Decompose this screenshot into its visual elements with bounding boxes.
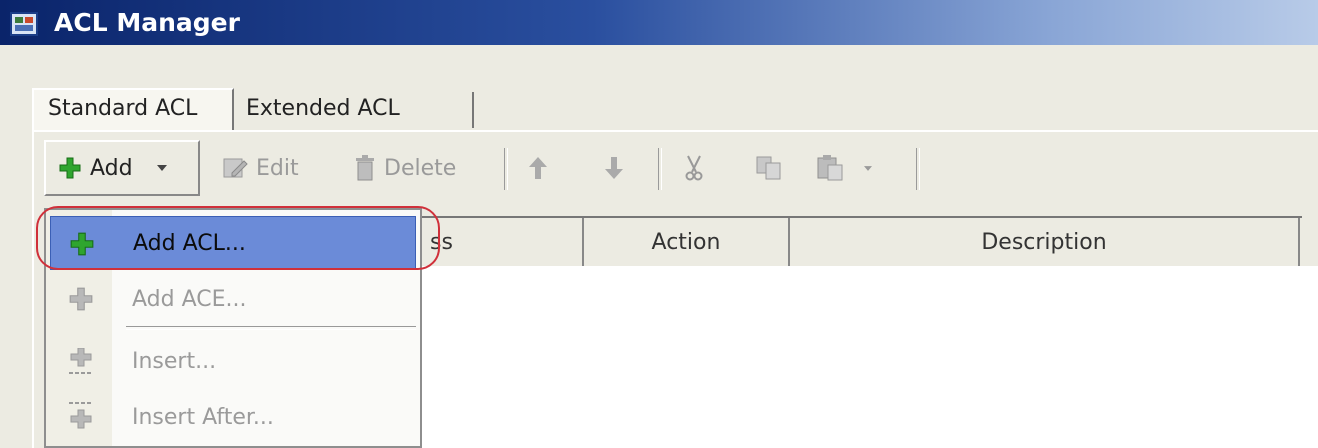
move-up-button[interactable] [528, 140, 548, 196]
arrow-down-icon [605, 157, 623, 179]
insert-after-icon [69, 402, 93, 429]
add-button-label: Add [90, 155, 133, 181]
copy-icon [756, 156, 781, 180]
acl-table-header: ss Action Description [414, 216, 1302, 266]
menu-item-label: Add ACE... [132, 286, 247, 312]
gray-plus-icon [69, 287, 93, 311]
menu-item-label: Insert After... [132, 404, 274, 430]
column-header-action[interactable]: Action [584, 218, 790, 266]
app-icon [10, 12, 38, 36]
toolbar-separator [504, 148, 508, 190]
highlight-annotation-ring [36, 206, 440, 270]
menu-item-label: Insert... [132, 348, 217, 374]
toolbar-separator [658, 148, 662, 190]
copy-button[interactable] [756, 140, 782, 196]
menu-item-insert-after[interactable]: Insert After... [50, 390, 416, 444]
move-down-button[interactable] [604, 140, 624, 196]
title-bar: ACL Manager [0, 0, 1318, 45]
edit-button-label: Edit [256, 155, 299, 181]
paste-icon [817, 155, 843, 181]
menu-item-add-ace[interactable]: Add ACE... [50, 272, 416, 326]
trash-icon [356, 155, 374, 181]
arrow-up-icon [529, 157, 547, 179]
menu-item-insert[interactable]: Insert... [50, 334, 416, 388]
chevron-down-icon[interactable] [156, 165, 167, 171]
tab-standard-acl[interactable]: Standard ACL [32, 88, 234, 132]
green-plus-icon [59, 157, 81, 179]
column-header-description[interactable]: Description [790, 218, 1300, 266]
scissors-icon [685, 155, 703, 181]
toolbar: Add Edit Delete [44, 140, 1318, 196]
cut-button[interactable] [684, 140, 704, 196]
insert-icon [69, 348, 93, 374]
delete-button[interactable]: Delete [354, 140, 456, 196]
add-button[interactable]: Add [44, 140, 200, 196]
acl-table-body[interactable] [414, 266, 1318, 448]
toolbar-separator [916, 148, 920, 190]
tab-extended-acl[interactable]: Extended ACL [238, 92, 474, 128]
chevron-down-icon[interactable] [864, 165, 872, 171]
edit-icon [223, 158, 248, 178]
menu-separator [126, 326, 416, 330]
edit-button[interactable]: Edit [222, 140, 299, 196]
paste-button[interactable] [816, 140, 872, 196]
delete-button-label: Delete [384, 155, 457, 181]
window-title: ACL Manager [54, 8, 240, 37]
